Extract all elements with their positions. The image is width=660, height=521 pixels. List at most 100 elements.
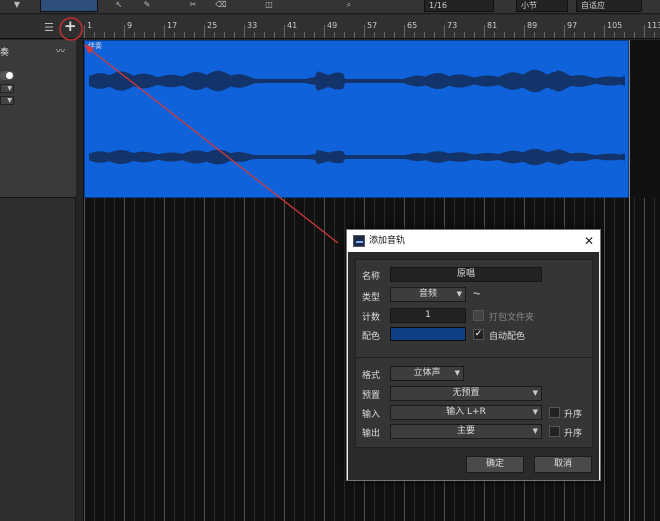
waveform-channel: [89, 69, 625, 93]
ruler-minor-tick: [504, 32, 505, 38]
auto-color-checkbox[interactable]: ✓: [473, 329, 484, 340]
chevron-down-icon[interactable]: ▼: [10, 0, 24, 12]
grid-line: [114, 198, 115, 521]
grid-line: [144, 198, 145, 521]
audio-type-icon: ⏦: [473, 289, 481, 299]
cancel-button[interactable]: 取消: [534, 456, 592, 473]
ruler-minor-tick: [374, 32, 375, 38]
ruler-label: 81: [487, 21, 498, 30]
ruler-minor-tick: [134, 32, 135, 38]
song-end-marker[interactable]: [629, 40, 630, 521]
timebase-dropdown[interactable]: 小节: [516, 0, 568, 12]
grid-line: [104, 198, 105, 521]
top-toolbar: ▼ ↖ ✎ ✂ ⌫ ◫ ⌕ 1/16 小节 自适应: [0, 0, 660, 14]
close-icon[interactable]: ✕: [584, 230, 594, 252]
preset-label: 预置: [362, 391, 381, 401]
grid-line: [194, 198, 195, 521]
ruler-label: 113: [647, 21, 660, 30]
ruler-minor-tick: [594, 32, 595, 38]
output-ascend-label: 升序: [564, 429, 583, 439]
dialog-title: 添加音轨: [369, 236, 406, 246]
count-field[interactable]: 1: [390, 308, 466, 323]
scissor-tool-icon[interactable]: ✂: [186, 0, 200, 12]
monitor-toggle[interactable]: [0, 71, 14, 80]
eraser-tool-icon[interactable]: ⌫: [214, 0, 228, 12]
pencil-tool-icon[interactable]: ✎: [140, 0, 154, 12]
mute-tool-icon[interactable]: ◫: [262, 0, 276, 12]
ruler-minor-tick: [554, 32, 555, 38]
ruler-tick: [564, 25, 565, 38]
grid-line: [314, 198, 315, 521]
ruler-label: 73: [447, 21, 458, 30]
output-ascend-checkbox[interactable]: [549, 426, 560, 437]
grid-line: [244, 198, 245, 521]
grid-line: [624, 198, 625, 521]
ruler-label: 9: [127, 21, 133, 30]
ruler-minor-tick: [494, 32, 495, 38]
ruler-tick: [244, 25, 245, 38]
ruler-tick: [364, 25, 365, 38]
ruler-label: 25: [207, 21, 218, 30]
io-settings-panel: 格式 立体声 ▼ 预置 无预置 ▼ 输入 输入 L+R ▼ 升序 输出 主要 ▼ 升序: [355, 357, 593, 448]
ruler-minor-tick: [294, 32, 295, 38]
add-track-dialog: 添加音轨 ✕ 名称 原唱 类型 音频 ▼ ⏦ 计数 1 打包文件夹 配色 ✓ 自动…: [346, 229, 601, 481]
grid-line: [234, 198, 235, 521]
grid-line: [644, 198, 645, 521]
grid-line: [304, 198, 305, 521]
ruler-minor-tick: [424, 32, 425, 38]
arrow-tool-icon[interactable]: ↖: [112, 0, 126, 12]
add-track-icon[interactable]: +: [64, 17, 77, 35]
snap-value-dropdown[interactable]: 1/16: [424, 0, 494, 12]
ruler-minor-tick: [304, 32, 305, 38]
list-icon[interactable]: ☰: [44, 21, 54, 34]
ruler-minor-tick: [184, 32, 185, 38]
tool-buttons[interactable]: [40, 0, 98, 12]
output-mini-dropdown[interactable]: ▼: [0, 96, 14, 105]
color-swatch[interactable]: [390, 327, 466, 341]
ok-button[interactable]: 确定: [466, 456, 524, 473]
app-icon: [353, 235, 365, 247]
input-mini-dropdown[interactable]: ▼: [0, 84, 14, 93]
listen-tool-icon[interactable]: ⌕: [342, 0, 356, 12]
grid-line: [344, 198, 345, 521]
ruler-minor-tick: [274, 32, 275, 38]
ruler-minor-tick: [314, 32, 315, 38]
track-header[interactable]: 奏 〰 ▼ ▼: [0, 40, 76, 198]
ruler-minor-tick: [624, 32, 625, 38]
grid-line: [84, 198, 85, 521]
pack-folder-checkbox[interactable]: [473, 310, 484, 321]
waveform-icon[interactable]: 〰: [56, 44, 65, 57]
ruler-minor-tick: [344, 32, 345, 38]
ruler-minor-tick: [544, 32, 545, 38]
input-dropdown[interactable]: 输入 L+R ▼: [390, 405, 542, 420]
audio-clip[interactable]: 伴奏: [84, 40, 629, 198]
ruler-tick: [164, 25, 165, 38]
format-dropdown[interactable]: 立体声 ▼: [390, 366, 464, 381]
ruler-label: 65: [407, 21, 418, 30]
output-dropdown[interactable]: 主要 ▼: [390, 424, 542, 439]
ruler-label: 97: [567, 21, 578, 30]
dialog-titlebar[interactable]: 添加音轨 ✕: [347, 230, 600, 252]
track-name[interactable]: 奏: [0, 45, 9, 58]
ruler-minor-tick: [414, 32, 415, 38]
ruler-tick: [444, 25, 445, 38]
ruler-label: 1: [87, 21, 93, 30]
ruler-minor-tick: [114, 32, 115, 38]
preset-dropdown[interactable]: 无预置 ▼: [390, 386, 542, 401]
name-field[interactable]: 原唱: [390, 267, 542, 282]
panel-divider[interactable]: [76, 40, 83, 521]
input-ascend-checkbox[interactable]: [549, 407, 560, 418]
grid-line: [134, 198, 135, 521]
ruler-minor-tick: [514, 32, 515, 38]
grid-line: [254, 198, 255, 521]
ruler-label: 41: [287, 21, 298, 30]
ruler-minor-tick: [94, 32, 95, 38]
ruler-tick: [484, 25, 485, 38]
snap-mode-dropdown[interactable]: 自适应: [576, 0, 642, 12]
timeline-ruler[interactable]: 1 9 17 25 33 41 49 57 65 73 81 89 97 105 113: [83, 15, 660, 39]
type-dropdown[interactable]: 音频 ▼: [390, 287, 466, 302]
ruler-minor-tick: [394, 32, 395, 38]
ruler-minor-tick: [234, 32, 235, 38]
grid-line: [154, 198, 155, 521]
ruler-tick: [124, 25, 125, 38]
